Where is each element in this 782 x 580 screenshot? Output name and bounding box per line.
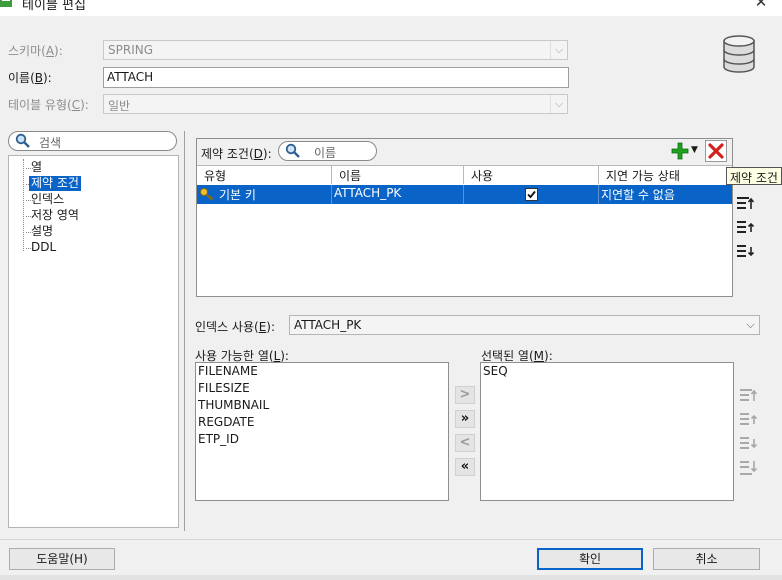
move-right-button[interactable]: > xyxy=(455,386,475,404)
move-down-icon[interactable] xyxy=(739,434,759,454)
nav-item-constraints[interactable]: 제약 조건 xyxy=(29,176,81,191)
name-label: 이름(B): xyxy=(8,71,52,85)
index-label: 인덱스 사용(E): xyxy=(195,320,276,334)
index-value: ATTACH_PK xyxy=(294,318,362,332)
list-item[interactable]: ETP_ID xyxy=(198,431,239,448)
nav-search-placeholder: 검색 xyxy=(39,136,62,150)
list-item[interactable]: REGDATE xyxy=(198,414,254,431)
delete-icon[interactable] xyxy=(705,140,727,162)
move-up-icon[interactable] xyxy=(736,218,756,238)
constraints-label: 제약 조건(D): xyxy=(201,147,272,161)
search-icon xyxy=(15,133,31,149)
close-button[interactable]: ✕ xyxy=(751,0,771,11)
schema-select[interactable]: SPRING ⌵ xyxy=(103,40,568,60)
move-up-icon[interactable] xyxy=(739,410,759,430)
row-divider xyxy=(598,185,599,204)
row-deferrable: 지연할 수 없음 xyxy=(601,188,675,202)
schema-label: 스키마(A): xyxy=(8,44,63,58)
enabled-checkbox[interactable] xyxy=(525,188,538,201)
nav-item-comment[interactable]: 설명 xyxy=(29,224,55,239)
table-row[interactable]: 기본 키 ATTACH_PK 지연할 수 없음 xyxy=(197,185,732,204)
chevron-down-icon: ⌵ xyxy=(550,41,567,59)
row-name: ATTACH_PK xyxy=(334,186,402,200)
list-item[interactable]: FILESIZE xyxy=(198,380,250,397)
move-all-right-button[interactable]: » xyxy=(455,410,475,428)
row-divider xyxy=(331,185,332,204)
window-title: 테이블 편집 xyxy=(22,0,86,13)
key-icon xyxy=(199,187,215,201)
selected-columns-list[interactable]: SEQ xyxy=(480,362,734,501)
search-icon xyxy=(285,143,301,159)
column-header-name[interactable]: 이름 xyxy=(332,166,464,184)
list-item[interactable]: FILENAME xyxy=(198,363,258,380)
constraints-filter-placeholder: 이름 xyxy=(314,146,337,160)
nav-item-indexes[interactable]: 인덱스 xyxy=(29,192,66,207)
schema-value: SPRING xyxy=(108,43,154,57)
database-icon xyxy=(721,35,757,73)
list-item[interactable]: SEQ xyxy=(483,363,508,380)
list-item[interactable]: THUMBNAIL xyxy=(198,397,269,414)
row-divider xyxy=(463,185,464,204)
move-top-icon[interactable] xyxy=(736,194,756,214)
constraints-panel: 제약 조건(D): 이름 ▼ 유형 이름 사용 지연 가능 상태 기본 키 AT… xyxy=(196,138,733,297)
move-left-button[interactable]: < xyxy=(455,434,475,452)
row-type: 기본 키 xyxy=(219,188,256,202)
nav-tree: 열 제약 조건 인덱스 저장 영역 설명 DDL xyxy=(8,155,179,528)
help-button[interactable]: 도움말(H) xyxy=(9,548,115,570)
panel-divider xyxy=(184,131,185,531)
ok-button[interactable]: 확인 xyxy=(537,548,643,570)
nav-item-ddl[interactable]: DDL xyxy=(29,240,58,255)
move-all-left-button[interactable]: « xyxy=(455,458,475,476)
table-type-value: 일반 xyxy=(108,99,131,113)
tooltip: 제약 조건 xyxy=(726,167,782,185)
column-header-enabled[interactable]: 사용 xyxy=(464,166,599,184)
table-app-icon xyxy=(0,0,14,9)
footer-divider xyxy=(0,539,782,540)
index-select[interactable]: ATTACH_PK ⌵ xyxy=(289,315,760,335)
column-header-type[interactable]: 유형 xyxy=(197,166,332,184)
available-columns-list[interactable]: FILENAME FILESIZE THUMBNAIL REGDATE ETP_… xyxy=(195,362,449,501)
constraints-grid: 유형 이름 사용 지연 가능 상태 기본 키 ATTACH_PK 지연할 수 없… xyxy=(197,165,732,296)
tree-guide-line xyxy=(23,159,24,251)
table-type-label: 테이블 유형(C): xyxy=(8,98,89,112)
constraints-filter-input[interactable]: 이름 xyxy=(278,141,377,161)
nav-item-columns[interactable]: 열 xyxy=(29,160,44,175)
move-down-icon[interactable] xyxy=(736,242,756,262)
title-bar: 테이블 편집 ✕ xyxy=(0,0,782,16)
bottom-edge xyxy=(0,575,782,580)
cancel-button[interactable]: 취소 xyxy=(653,548,760,570)
move-top-icon[interactable] xyxy=(739,386,759,406)
dropdown-arrow-icon[interactable]: ▼ xyxy=(691,144,701,156)
nav-search-input[interactable]: 검색 xyxy=(8,131,177,151)
table-name-input[interactable]: ATTACH xyxy=(103,67,569,88)
move-bottom-icon[interactable] xyxy=(739,458,759,478)
chevron-down-icon: ⌵ xyxy=(550,95,567,113)
table-type-select[interactable]: 일반 ⌵ xyxy=(103,94,568,114)
chevron-down-icon: ⌵ xyxy=(746,318,755,331)
column-header-deferrable[interactable]: 지연 가능 상태 xyxy=(599,166,732,184)
add-icon[interactable] xyxy=(671,142,689,160)
nav-item-storage[interactable]: 저장 영역 xyxy=(29,208,81,223)
